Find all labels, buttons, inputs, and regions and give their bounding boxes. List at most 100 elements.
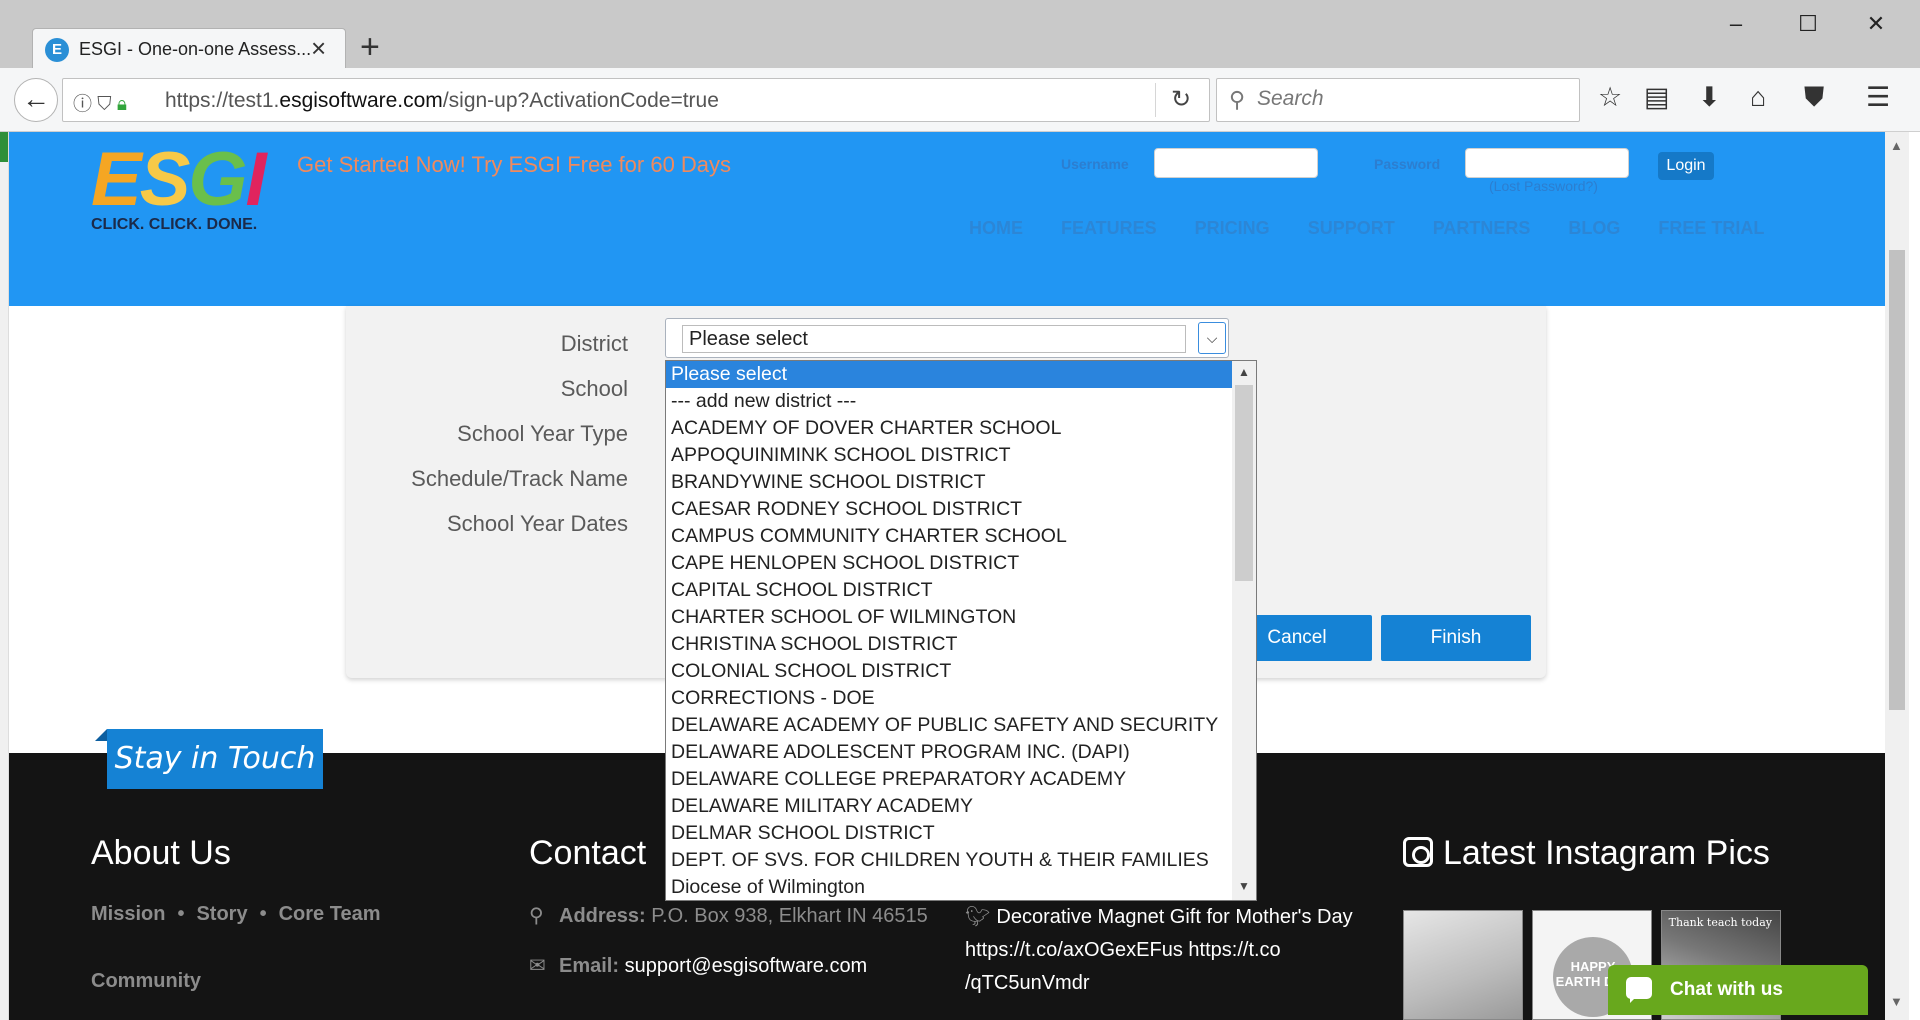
dropdown-option[interactable]: CHARTER SCHOOL OF WILMINGTON xyxy=(666,604,1232,631)
district-select[interactable]: Please select ⌵ xyxy=(665,318,1229,358)
chevron-down-icon[interactable]: ⌵ xyxy=(1198,322,1226,354)
chat-bubble-icon xyxy=(1626,977,1652,1003)
address-value: P.O. Box 938, Elkhart IN 46515 xyxy=(651,905,928,927)
scroll-down-icon[interactable]: ▼ xyxy=(1238,879,1250,893)
tweet: 🐦︎ Decorative Magnet Gift for Mother's Da… xyxy=(965,901,1365,1000)
dropdown-option[interactable]: COLONIAL SCHOOL DISTRICT xyxy=(666,658,1232,685)
password-field[interactable] xyxy=(1465,148,1629,178)
scroll-up-icon[interactable]: ▲ xyxy=(1238,365,1250,379)
new-tab-icon[interactable]: + xyxy=(360,28,380,67)
pocket-icon[interactable]: ⛊ xyxy=(1804,82,1824,114)
search-input[interactable] xyxy=(1257,87,1557,111)
back-arrow-icon[interactable]: ← xyxy=(14,78,58,122)
dropdown-option[interactable]: CAESAR RODNEY SCHOOL DISTRICT xyxy=(666,496,1232,523)
school-year-dates-label: School Year Dates xyxy=(446,511,628,536)
dropdown-option[interactable]: APPOQUINIMINK SCHOOL DISTRICT xyxy=(666,442,1232,469)
dropdown-option[interactable]: DELAWARE ACADEMY OF PUBLIC SAFETY AND SE… xyxy=(666,712,1232,739)
dropdown-option[interactable]: CAPITAL SCHOOL DISTRICT xyxy=(666,577,1232,604)
download-icon[interactable]: ⬇ xyxy=(1698,82,1721,113)
dropdown-option[interactable]: CAMPUS COMMUNITY CHARTER SCHOOL xyxy=(666,523,1232,550)
page-scrollbar[interactable]: ▲ ▼ xyxy=(1885,132,1909,1020)
login-button[interactable]: Login xyxy=(1658,152,1714,180)
email-link[interactable]: support@esgisoftware.com xyxy=(625,955,868,977)
promo-link[interactable]: Get Started Now! Try ESGI Free for 60 Da… xyxy=(297,152,731,178)
search-icon: ⚲ xyxy=(1229,87,1246,112)
email-row: ✉ Email: support@esgisoftware.com xyxy=(529,953,867,978)
community-link[interactable]: Community xyxy=(91,970,201,993)
password-label: Password xyxy=(1374,156,1441,172)
window-close-icon[interactable]: ✕ xyxy=(1856,8,1896,40)
nav-support[interactable]: SUPPORT xyxy=(1308,218,1395,239)
scroll-up-icon[interactable]: ▲ xyxy=(1890,138,1903,153)
finish-button[interactable]: Finish xyxy=(1381,615,1531,661)
site-info-icons[interactable]: ⓘ ⛉ 🔒︎ xyxy=(73,89,127,116)
logo-letter-g: G xyxy=(188,137,247,222)
dropdown-options: Please select --- add new district --- ACA… xyxy=(666,361,1232,900)
core-team-link[interactable]: Core Team xyxy=(279,903,381,925)
tweet-link[interactable]: https://t.co/axOGexEFus https://t.co xyxy=(965,934,1365,967)
url-bar[interactable]: ⓘ ⛉ 🔒︎ https://test1.esgisoftware.com/si… xyxy=(62,78,1210,122)
url-text[interactable]: https://test1.esgisoftware.com/sign-up?A… xyxy=(165,89,719,113)
dropdown-option[interactable]: ACADEMY OF DOVER CHARTER SCHOOL xyxy=(666,415,1232,442)
browser-toolbar: ← ⓘ ⛉ 🔒︎ https://test1.esgisoftware.com/… xyxy=(0,68,1920,132)
dropdown-option[interactable]: DELAWARE COLLEGE PREPARATORY ACADEMY xyxy=(666,766,1232,793)
url-prefix: https://test1. xyxy=(165,89,280,112)
search-box[interactable]: ⚲ xyxy=(1216,78,1580,122)
page-scroll-thumb[interactable] xyxy=(1889,250,1905,710)
dropdown-option[interactable]: Diocese of Wilmington xyxy=(666,874,1232,900)
dropdown-option[interactable]: DELAWARE ADOLESCENT PROGRAM INC. (DAPI) xyxy=(666,739,1232,766)
contact-heading: Contact xyxy=(529,834,647,872)
url-path: /sign-up?ActivationCode=true xyxy=(442,89,719,112)
link-separator: • xyxy=(177,903,185,925)
url-host: esgisoftware.com xyxy=(279,89,443,112)
nav-partners[interactable]: PARTNERS xyxy=(1433,218,1531,239)
nav-free-trial[interactable]: FREE TRIAL xyxy=(1658,218,1764,239)
tweet-text: Decorative Magnet Gift for Mother's Day xyxy=(996,906,1353,928)
dropdown-option[interactable]: CAPE HENLOPEN SCHOOL DISTRICT xyxy=(666,550,1232,577)
chat-button[interactable]: Chat with us xyxy=(1608,965,1868,1015)
dropdown-option[interactable]: --- add new district --- xyxy=(666,388,1232,415)
lost-password-link[interactable]: (Lost Password?) xyxy=(1489,178,1598,194)
logo-letter-e: E xyxy=(91,137,142,222)
district-dropdown-list[interactable]: Please select --- add new district --- ACA… xyxy=(665,360,1257,901)
screen: E ESGI - One-on-one Assess... × + – ☐ ✕ … xyxy=(0,0,1920,1020)
instagram-thumbnail[interactable] xyxy=(1403,910,1523,1020)
dropdown-scroll-thumb[interactable] xyxy=(1235,385,1253,581)
dropdown-option[interactable]: DEPT. OF SVS. FOR CHILDREN YOUTH & THEIR… xyxy=(666,847,1232,874)
scroll-down-icon[interactable]: ▼ xyxy=(1890,994,1903,1009)
url-divider xyxy=(1155,83,1156,117)
dropdown-scrollbar[interactable]: ▲ ▼ xyxy=(1232,361,1256,900)
logo-letters: ESGI xyxy=(91,142,281,218)
username-field[interactable] xyxy=(1154,148,1318,178)
dropdown-option[interactable]: Please select xyxy=(666,361,1232,388)
story-link[interactable]: Story xyxy=(196,903,247,925)
nav-pricing[interactable]: PRICING xyxy=(1195,218,1270,239)
dropdown-option[interactable]: BRANDYWINE SCHOOL DISTRICT xyxy=(666,469,1232,496)
dropdown-option[interactable]: CORRECTIONS - DOE xyxy=(666,685,1232,712)
dropdown-option[interactable]: CHRISTINA SCHOOL DISTRICT xyxy=(666,631,1232,658)
maximize-icon[interactable]: ☐ xyxy=(1788,8,1828,40)
dropdown-option[interactable]: DELAWARE MILITARY ACADEMY xyxy=(666,793,1232,820)
site-nav: HOME FEATURES PRICING SUPPORT PARTNERS BLOG FR… xyxy=(969,218,1802,242)
tweet-link-continued[interactable]: /qTC5unVmdr xyxy=(965,967,1365,1000)
username-label: Username xyxy=(1061,156,1129,172)
browser-tab[interactable]: E ESGI - One-on-one Assess... × xyxy=(32,28,346,70)
nav-blog[interactable]: BLOG xyxy=(1568,218,1620,239)
district-select-value: Please select xyxy=(682,325,1186,353)
nav-features[interactable]: FEATURES xyxy=(1061,218,1157,239)
district-label: District xyxy=(560,331,628,356)
close-tab-icon[interactable]: × xyxy=(311,33,326,64)
reading-list-icon[interactable]: ▤ xyxy=(1644,82,1670,113)
lock-icon: 🔒︎ xyxy=(116,94,127,115)
esgi-logo[interactable]: ESGI CLICK. CLICK. DONE. xyxy=(91,142,281,234)
minimize-icon[interactable]: – xyxy=(1716,8,1756,40)
home-icon[interactable]: ⌂ xyxy=(1750,82,1766,113)
menu-icon[interactable]: ☰ xyxy=(1866,82,1890,113)
nav-home[interactable]: HOME xyxy=(969,218,1023,239)
stay-in-touch-tab: Stay in Touch xyxy=(95,729,323,789)
address-label: Address: xyxy=(559,905,646,927)
reload-icon[interactable]: ↻ xyxy=(1171,85,1191,114)
bookmark-star-icon[interactable]: ☆ xyxy=(1598,82,1622,113)
dropdown-option[interactable]: DELMAR SCHOOL DISTRICT xyxy=(666,820,1232,847)
mission-link[interactable]: Mission xyxy=(91,903,165,925)
